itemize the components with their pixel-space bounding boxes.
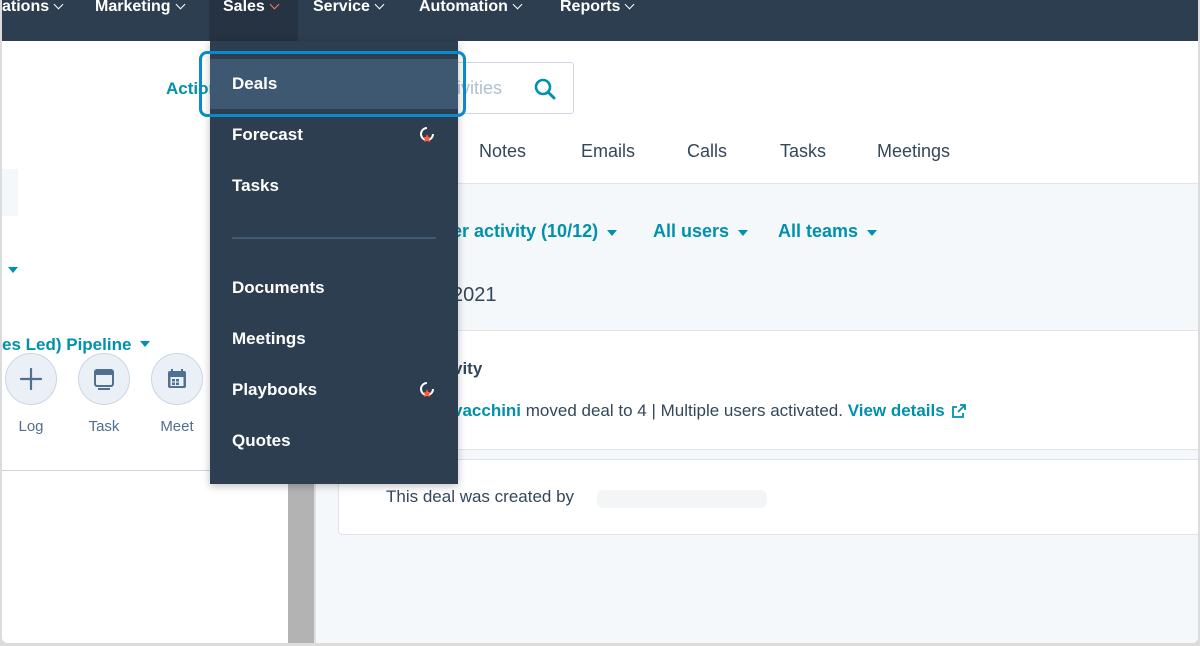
- pipeline-label: es Led) Pipeline: [2, 335, 132, 354]
- menu-item-label: Quotes: [232, 431, 291, 450]
- external-link-icon[interactable]: [951, 403, 967, 419]
- menu-item-quotes[interactable]: Quotes: [210, 416, 458, 466]
- chevron-down-icon: [625, 0, 635, 10]
- create-task-button[interactable]: [78, 353, 130, 405]
- view-details-link[interactable]: View details: [848, 401, 945, 421]
- task-label: Task: [88, 418, 120, 435]
- search-icon[interactable]: [533, 77, 557, 101]
- pipeline-selector[interactable]: es Led) Pipeline: [2, 335, 151, 355]
- top-navigation: ations Marketing Sales Service Automatio…: [2, 0, 1198, 41]
- deal-created-card: This deal was created by: [338, 459, 1198, 535]
- caret-down-icon: [607, 229, 618, 236]
- nav-sales[interactable]: Sales: [223, 0, 280, 18]
- caret-down-icon: [867, 229, 878, 236]
- chevron-down-icon: [512, 0, 523, 10]
- meet-label: Meet: [160, 418, 194, 435]
- tab-notes[interactable]: Notes: [479, 141, 526, 162]
- tab-calls[interactable]: Calls: [687, 141, 727, 162]
- tab-tasks[interactable]: Tasks: [780, 141, 826, 162]
- menu-item-documents[interactable]: Documents: [210, 263, 458, 313]
- log-activity-button[interactable]: [5, 353, 57, 405]
- menu-item-label: Documents: [232, 278, 325, 297]
- menu-item-forecast[interactable]: Forecast: [210, 110, 458, 160]
- menu-item-playbooks[interactable]: Playbooks: [210, 365, 458, 415]
- chevron-down-icon: [269, 0, 280, 10]
- menu-separator: [232, 237, 436, 239]
- premium-badge-icon: [420, 127, 434, 143]
- nav-automations[interactable]: ations: [2, 0, 64, 18]
- menu-item-label: Playbooks: [232, 380, 318, 399]
- caret-down-icon: [140, 341, 151, 347]
- nav-label: Marketing: [95, 0, 171, 15]
- nav-label: Automation: [419, 0, 508, 15]
- app-window: ations Marketing Sales Service Automatio…: [2, 0, 1198, 643]
- activity-card: vity vacchini moved deal to 4 | Multiple…: [338, 330, 1198, 450]
- tab-meetings[interactable]: Meetings: [877, 141, 950, 162]
- nav-label: Service: [313, 0, 370, 15]
- redacted-user: [597, 490, 767, 508]
- menu-item-label: Meetings: [232, 329, 306, 348]
- tab-emails[interactable]: Emails: [581, 141, 635, 162]
- filter-label: All users: [653, 221, 730, 241]
- nav-label: Sales: [223, 0, 265, 15]
- filter-label: All teams: [778, 221, 859, 241]
- chevron-down-icon: [175, 0, 186, 10]
- calendar-icon: [168, 369, 186, 388]
- menu-item-tasks[interactable]: Tasks: [210, 161, 458, 211]
- nav-automation[interactable]: Automation: [419, 0, 523, 18]
- activity-filter[interactable]: er activity (10/12): [452, 221, 618, 242]
- nav-label: Reports: [560, 0, 621, 15]
- users-filter[interactable]: All users: [653, 221, 749, 242]
- deals-focus-highlight: [199, 51, 466, 117]
- task-icon: [94, 369, 114, 390]
- deal-created-text: This deal was created by: [386, 487, 575, 506]
- caret-down-icon: [738, 229, 749, 236]
- actor-link[interactable]: vacchini: [453, 401, 521, 421]
- left-panel-strip: [2, 169, 18, 216]
- nav-marketing[interactable]: Marketing: [95, 0, 186, 18]
- premium-badge-icon: [420, 382, 434, 398]
- schedule-meeting-button[interactable]: [151, 353, 203, 405]
- menu-item-meetings[interactable]: Meetings: [210, 314, 458, 364]
- filter-label: er activity (10/12): [452, 221, 599, 241]
- timeline-date-heading: 2021: [452, 284, 497, 306]
- plus-icon: [19, 367, 43, 391]
- caret-down-icon[interactable]: [8, 267, 18, 273]
- activity-card-text: vacchini moved deal to 4 | Multiple user…: [453, 401, 967, 421]
- menu-item-label: Forecast: [232, 125, 303, 144]
- menu-item-label: Tasks: [232, 176, 279, 195]
- chevron-down-icon: [374, 0, 385, 10]
- chevron-down-icon: [53, 0, 64, 10]
- teams-filter[interactable]: All teams: [778, 221, 878, 242]
- nav-service[interactable]: Service: [313, 0, 385, 18]
- nav-label: ations: [2, 0, 50, 15]
- nav-reports[interactable]: Reports: [560, 0, 635, 18]
- activity-description: moved deal to 4 | Multiple users activat…: [521, 401, 848, 420]
- log-label: Log: [18, 418, 44, 435]
